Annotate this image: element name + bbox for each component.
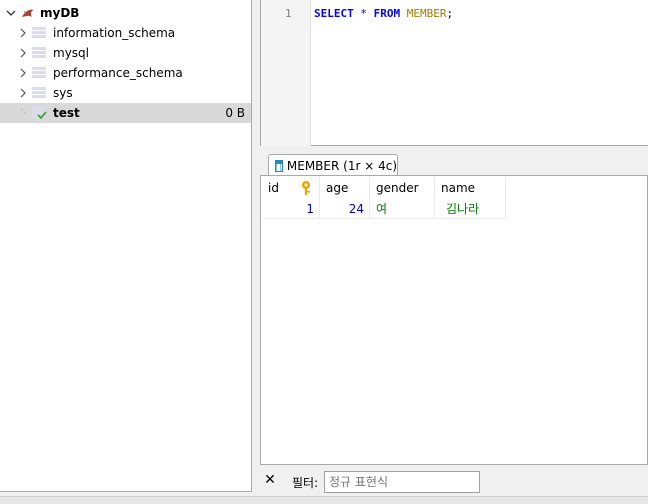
tree-item-performance-schema[interactable]: performance_schema (0, 63, 251, 83)
tree-item-label: information_schema (53, 26, 176, 40)
table-cell-id[interactable]: 1 (262, 199, 320, 219)
column-header-label: age (326, 181, 349, 195)
filter-input[interactable] (324, 471, 480, 493)
tree-root-mydb[interactable]: myDB (0, 3, 251, 23)
chevron-down-icon[interactable] (6, 8, 16, 18)
chevron-right-icon[interactable] (18, 28, 28, 38)
filter-label: 필터: (292, 476, 319, 490)
tree-item-mysql[interactable]: mysql (0, 43, 251, 63)
table-cell-gender[interactable]: 여 (370, 199, 435, 219)
column-header-name[interactable]: name (435, 177, 506, 199)
result-grid[interactable]: id age gender name 1 24 여 김나라 (260, 175, 648, 465)
result-tab-label: MEMBER (1r × 4c) (286, 158, 397, 173)
line-number: 1 (285, 7, 292, 20)
column-header-id[interactable]: id (262, 177, 320, 199)
sql-star: * (353, 7, 374, 20)
table-grid-icon (275, 159, 283, 172)
tree-dots (20, 107, 30, 121)
column-header-label: name (441, 181, 476, 195)
column-header-label: id (268, 181, 279, 195)
database-icon (32, 87, 46, 99)
close-icon[interactable]: ✕ (262, 472, 278, 488)
database-icon (32, 67, 46, 79)
result-tab-member[interactable]: MEMBER (1r × 4c) (268, 154, 398, 176)
table-cell-name[interactable]: 김나라 (435, 199, 506, 219)
sql-semicolon: ; (446, 7, 454, 20)
sql-table-name: MEMBER (400, 7, 447, 20)
tree-root-label: myDB (40, 6, 80, 20)
database-icon (32, 47, 46, 59)
tree-item-information-schema[interactable]: information_schema (0, 23, 251, 43)
chevron-right-icon[interactable] (18, 48, 28, 58)
database-tree: myDB information_schema mysql performanc… (0, 0, 252, 492)
filter-bar: ✕ 필터: (256, 468, 648, 494)
line-gutter: 1 (261, 0, 311, 146)
primary-key-icon (300, 180, 312, 199)
sql-keyword-select: SELECT (314, 7, 354, 20)
database-icon (32, 27, 46, 39)
status-bar (0, 496, 648, 504)
tree-item-label: test (53, 106, 80, 120)
tree-item-label: mysql (53, 46, 89, 60)
tree-item-label: performance_schema (53, 66, 183, 80)
sql-editor[interactable]: 1 SELECT * FROM MEMBER; (260, 0, 648, 146)
check-icon (37, 109, 47, 123)
tree-item-test[interactable]: test 0 B (0, 103, 251, 123)
tree-item-sys[interactable]: sys (0, 83, 251, 103)
column-header-age[interactable]: age (320, 177, 370, 199)
column-header-label: gender (376, 181, 419, 195)
table-cell-age[interactable]: 24 (320, 199, 370, 219)
tree-item-label: sys (53, 86, 73, 100)
dolphin-icon (20, 5, 36, 24)
column-header-gender[interactable]: gender (370, 177, 435, 199)
database-size: 0 B (225, 106, 245, 120)
chevron-right-icon[interactable] (18, 88, 28, 98)
chevron-right-icon[interactable] (18, 68, 28, 78)
sql-keyword-from: FROM (373, 7, 401, 20)
sql-code-line[interactable]: SELECT * FROM MEMBER; (314, 7, 453, 20)
